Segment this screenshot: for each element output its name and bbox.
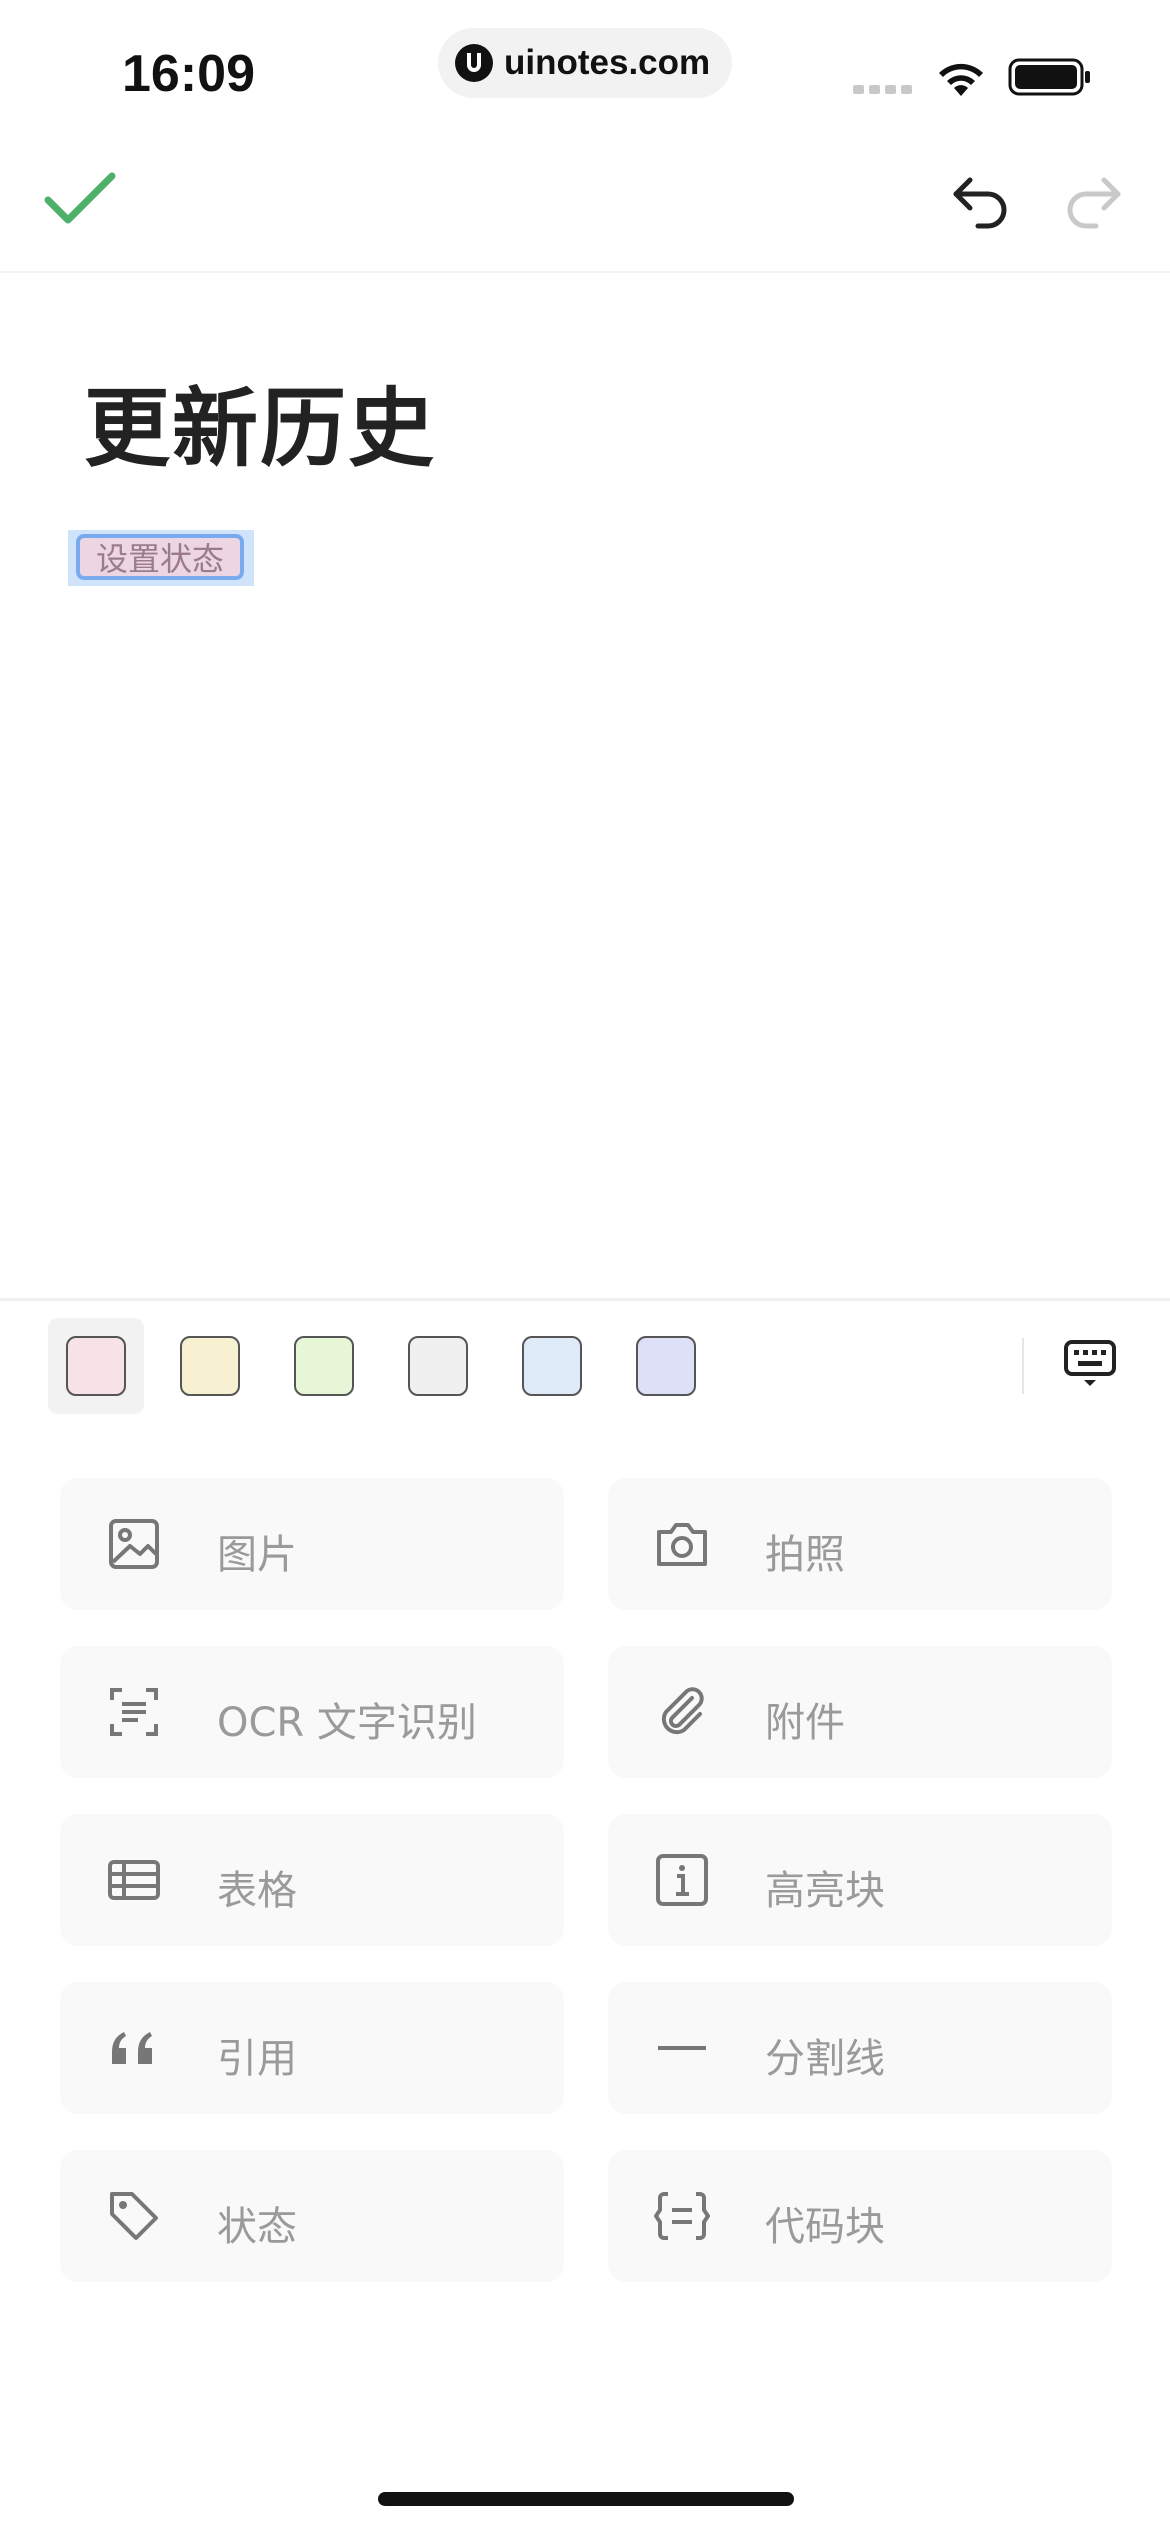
action-label: 表格 <box>217 1868 297 1914</box>
status-time: 16:09 <box>122 45 255 103</box>
divider-line-icon <box>658 2046 706 2050</box>
image-icon <box>109 1519 159 1569</box>
insert-image-button[interactable]: 图片 <box>60 1478 564 1610</box>
insert-table-button[interactable]: 表格 <box>60 1814 564 1946</box>
action-label: OCR 文字识别 <box>217 1700 477 1746</box>
action-label: 拍照 <box>765 1532 845 1578</box>
color-swatch-yellow[interactable] <box>180 1336 240 1396</box>
action-label: 分割线 <box>765 2036 885 2082</box>
table-icon <box>108 1860 160 1900</box>
wifi-icon <box>939 63 983 96</box>
status-tag-label: 设置状态 <box>95 540 224 578</box>
insert-ocr-button[interactable]: OCR 文字识别 <box>60 1646 564 1778</box>
url-pill[interactable]: uinotes.com <box>438 28 732 98</box>
action-label: 附件 <box>765 1700 845 1746</box>
insert-highlight-block-button[interactable]: 高亮块 <box>608 1814 1112 1946</box>
toolbar-divider <box>0 271 1170 273</box>
note-title[interactable]: 更新历史 <box>84 358 436 483</box>
color-swatch-indigo[interactable] <box>636 1336 696 1396</box>
panel-divider <box>0 1298 1170 1301</box>
status-tag-selection: 设置状态 <box>68 530 254 586</box>
note-editor-screen: 16:09 uinotes.com 更新历史 设置状态 图片 拍照 OCR 文字… <box>0 0 1170 2532</box>
undo-icon[interactable] <box>950 174 1012 230</box>
insert-status-button[interactable]: 状态 <box>60 2150 564 2282</box>
insert-divider-button[interactable]: 分割线 <box>608 1982 1112 2114</box>
action-label: 图片 <box>217 1532 297 1578</box>
insert-code-block-button[interactable]: 代码块 <box>608 2150 1112 2282</box>
site-logo-icon <box>455 44 493 82</box>
status-tag[interactable]: 设置状态 <box>76 534 244 580</box>
battery-icon <box>1008 58 1090 96</box>
camera-icon <box>657 1523 707 1566</box>
code-block-icon <box>654 2192 710 2240</box>
keyboard-hide-icon[interactable] <box>1064 1340 1116 1388</box>
ocr-scan-icon <box>110 1688 158 1736</box>
action-label: 高亮块 <box>765 1868 885 1914</box>
color-swatch-pink[interactable] <box>66 1336 126 1396</box>
tag-icon <box>110 2192 158 2240</box>
keyboard-divider <box>1022 1338 1024 1394</box>
action-label: 代码块 <box>765 2204 885 2250</box>
color-swatch-blue[interactable] <box>522 1336 582 1396</box>
insert-photo-button[interactable]: 拍照 <box>608 1478 1112 1610</box>
action-label: 引用 <box>217 2036 297 2082</box>
url-text: uinotes.com <box>504 43 711 82</box>
cellular-signal-icon <box>853 85 912 94</box>
redo-icon[interactable] <box>1062 174 1124 230</box>
paperclip-icon <box>661 1687 704 1735</box>
color-swatch-green[interactable] <box>294 1336 354 1396</box>
info-icon <box>656 1854 708 1906</box>
color-swatch-gray[interactable] <box>408 1336 468 1396</box>
insert-attachment-button[interactable]: 附件 <box>608 1646 1112 1778</box>
home-indicator[interactable] <box>378 2492 794 2506</box>
quote-icon <box>112 2032 152 2064</box>
insert-quote-button[interactable]: 引用 <box>60 1982 564 2114</box>
check-icon[interactable] <box>42 170 118 230</box>
action-label: 状态 <box>217 2204 297 2250</box>
